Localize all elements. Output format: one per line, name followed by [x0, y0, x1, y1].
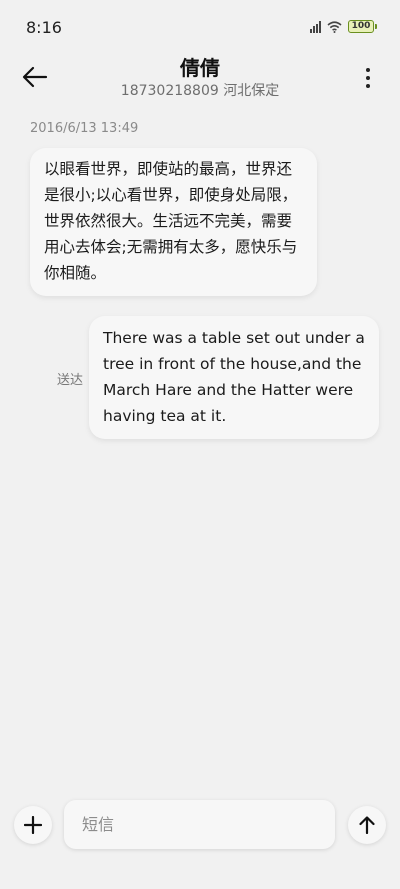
contact-name: 倩倩 [180, 56, 220, 80]
status-icons: 100 [310, 20, 377, 33]
more-dot [366, 84, 370, 88]
title-block: 倩倩 18730218809 河北保定 [0, 56, 400, 100]
more-dot [366, 76, 370, 80]
arrow-up-icon [359, 816, 375, 834]
plus-icon [24, 816, 42, 834]
more-vertical-icon [366, 68, 370, 72]
status-bar: 8:16 100 [0, 0, 400, 56]
more-button[interactable] [364, 68, 372, 92]
signal-icon [310, 20, 321, 33]
sms-conversation-screen: 8:16 100 倩倩 18730218809 河北保定 2016/6/13 1… [0, 0, 400, 889]
status-time: 8:16 [26, 18, 62, 37]
contact-number-location: 18730218809 河北保定 [120, 83, 280, 99]
battery-icon: 100 [348, 20, 377, 33]
message-timestamp: 2016/6/13 13:49 [30, 121, 139, 136]
incoming-message-bubble[interactable]: 以眼看世界，即使站的最高，世界还是很小;以心看世界，即使身处局限，世界依然很大。… [30, 148, 317, 296]
conversation-header: 倩倩 18730218809 河北保定 [0, 56, 400, 106]
wifi-icon [327, 20, 342, 33]
outgoing-message-bubble[interactable]: There was a table set out under a tree i… [89, 316, 379, 439]
add-attachment-button[interactable] [14, 806, 52, 844]
delivery-status: 送达 [57, 373, 84, 388]
message-input[interactable] [64, 800, 335, 849]
send-button[interactable] [348, 806, 386, 844]
